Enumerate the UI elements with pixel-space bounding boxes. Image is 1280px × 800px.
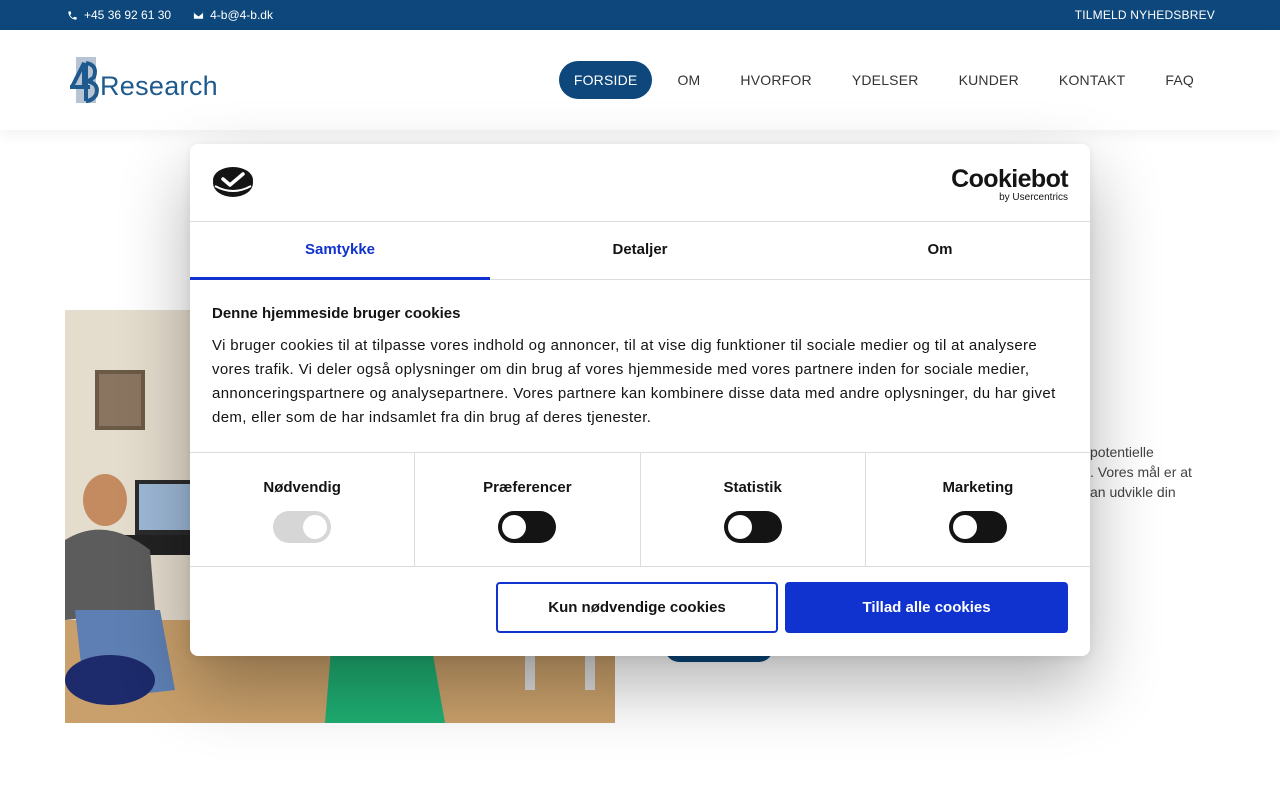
dialog-heading: Denne hjemmeside bruger cookies [212,305,461,322]
category-preferences: Præferencer [415,453,641,566]
site-header: Research FORSIDE OM HVORFOR YDELSER KUND… [0,30,1280,130]
dialog-header: Cookiebot by Usercentrics [190,144,1090,222]
intro-text-fragment: potentielle . Vores mål er at an udvikle… [1090,442,1230,502]
category-statistics: Statistik [641,453,866,566]
preferences-toggle[interactable] [498,511,557,543]
intro-text-line: an udvikle din [1090,484,1176,500]
category-necessary: Nødvendig [190,453,416,566]
nav-item-kunder[interactable]: KUNDER [939,61,1039,99]
dialog-description: Vi bruger cookies til at tilpasse vores … [212,337,1056,426]
nav-item-faq[interactable]: FAQ [1145,61,1214,99]
cookiebot-logo-icon [213,167,253,197]
category-label: Præferencer [483,479,572,496]
dialog-actions: Kun nødvendige cookies Tillad alle cooki… [190,567,1090,656]
toggle-knob [952,515,977,539]
brand-subtitle: by Usercentrics [999,192,1068,203]
phone-link[interactable]: +45 36 92 61 30 [67,8,171,22]
category-label: Statistik [723,479,782,496]
top-bar: +45 36 92 61 30 4-b@4-b.dk TILMELD NYHED… [0,0,1280,30]
newsletter-signup-link[interactable]: TILMELD NYHEDSBREV [1075,0,1215,30]
email-address: 4-b@4-b.dk [210,8,273,22]
email-link[interactable]: 4-b@4-b.dk [193,8,273,22]
statistics-toggle[interactable] [723,511,782,543]
category-label: Nødvendig [263,479,341,496]
category-label: Marketing [942,479,1014,496]
phone-icon [68,10,77,20]
logo-text: Research [100,71,218,101]
mail-icon [194,11,204,19]
toggle-knob [727,515,752,539]
nav-item-hvorfor[interactable]: HVORFOR [720,61,831,99]
intro-text-line: potentielle [1090,444,1154,460]
brand-name: Cookiebot [951,165,1068,193]
nav-item-om[interactable]: OM [657,61,720,99]
main-nav: FORSIDE OM HVORFOR YDELSER KUNDER KONTAK… [558,61,1214,99]
cookie-consent-dialog: Cookiebot by Usercentrics Samtykke Detal… [190,144,1090,656]
nav-item-forside[interactable]: FORSIDE [558,61,653,99]
nav-item-kontakt[interactable]: KONTAKT [1039,61,1145,99]
intro-text-line: . Vores mål er at [1090,464,1192,480]
nav-item-ydelser[interactable]: YDELSER [832,61,939,99]
category-marketing: Marketing [866,453,1090,566]
tab-om[interactable]: Om [790,222,1090,279]
toggle-knob [303,515,328,539]
tab-detaljer[interactable]: Detaljer [490,222,790,279]
cookiebot-brand[interactable]: Cookiebot by Usercentrics [951,166,1068,204]
logo-mark-icon [70,57,99,103]
phone-number: +45 36 92 61 30 [84,8,172,22]
toggle-knob [502,515,527,539]
necessary-toggle [273,511,332,543]
necessary-only-button[interactable]: Kun nødvendige cookies [496,582,778,633]
cookie-categories: Nødvendig Præferencer Statistik Marketin… [190,452,1090,567]
contact-info: +45 36 92 61 30 4-b@4-b.dk [67,0,273,30]
dialog-body: Denne hjemmeside bruger cookies Vi bruge… [212,304,1068,430]
site-logo[interactable]: Research [70,57,218,103]
tab-samtykke[interactable]: Samtykke [190,222,490,280]
allow-all-button[interactable]: Tillad alle cookies [785,582,1068,633]
dialog-tabs: Samtykke Detaljer Om [190,222,1090,280]
marketing-toggle[interactable] [948,511,1007,543]
